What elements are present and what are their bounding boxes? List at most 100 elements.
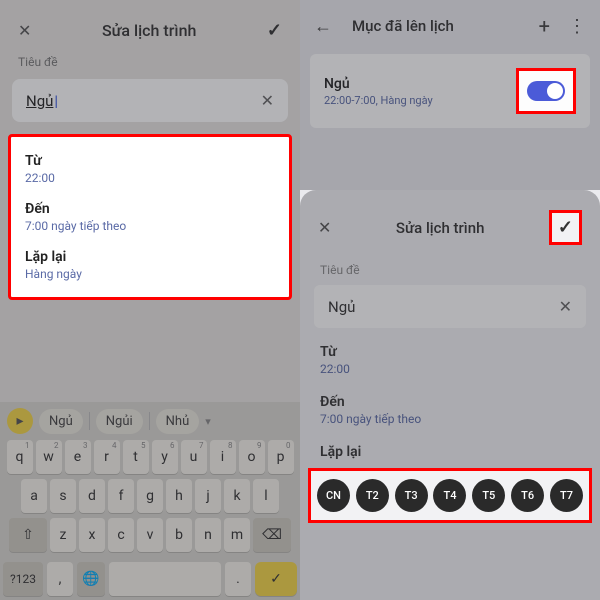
key-e[interactable]: e3: [65, 440, 91, 474]
space-key[interactable]: [109, 562, 221, 596]
to-value: 7:00 ngày tiếp theo: [320, 412, 580, 426]
title-input-card[interactable]: Ngủ: [12, 79, 288, 122]
schedule-item-card[interactable]: Ngủ 22:00-7:00, Hàng ngày: [310, 54, 590, 128]
shift-key[interactable]: ⇧: [9, 518, 47, 552]
close-icon[interactable]: [18, 21, 31, 40]
more-suggestions-icon[interactable]: ▾: [205, 415, 211, 428]
key-q[interactable]: q1: [7, 440, 33, 474]
edit-sheet: Sửa lịch trình Tiêu đề Ngủ Từ 22:00 Đến …: [300, 190, 600, 600]
key-h[interactable]: h: [166, 479, 192, 513]
sheet-header: Sửa lịch trình: [300, 208, 600, 257]
key-g[interactable]: g: [137, 479, 163, 513]
days-selector: CNT2T3T4T5T6T7: [308, 468, 592, 523]
suggestion-2[interactable]: Ngủi: [96, 409, 143, 434]
title-input-text: Ngủ: [26, 92, 58, 110]
key-w[interactable]: w2: [36, 440, 62, 474]
language-key[interactable]: 🌐: [77, 562, 105, 596]
to-label: Đến: [25, 201, 275, 217]
repeat-row[interactable]: Lặp lại Hàng ngày: [25, 249, 275, 281]
keyboard-row-1: q1w2e3r4t5y6u7i8o9p0: [3, 440, 297, 474]
to-row[interactable]: Đến 7:00 ngày tiếp theo: [300, 388, 600, 438]
schedule-toggle[interactable]: [527, 81, 565, 101]
check-icon[interactable]: [267, 20, 282, 41]
key-y[interactable]: y6: [152, 440, 178, 474]
key-f[interactable]: f: [108, 479, 134, 513]
title-input-row[interactable]: Ngủ: [314, 285, 586, 328]
period-key[interactable]: .: [225, 562, 251, 596]
scheduled-title: Mục đã lên lịch: [352, 17, 454, 35]
more-icon[interactable]: [568, 16, 586, 37]
add-icon[interactable]: [539, 14, 550, 38]
close-icon[interactable]: [318, 218, 331, 237]
day-T4[interactable]: T4: [433, 479, 466, 512]
divider: [89, 412, 90, 430]
numeric-key[interactable]: ?123: [3, 562, 43, 596]
key-z[interactable]: z: [50, 518, 76, 552]
day-CN[interactable]: CN: [317, 479, 350, 512]
from-row[interactable]: Từ 22:00: [25, 153, 275, 185]
from-row[interactable]: Từ 22:00: [300, 338, 600, 388]
key-s[interactable]: s: [50, 479, 76, 513]
key-k[interactable]: k: [224, 479, 250, 513]
clear-icon[interactable]: [559, 297, 572, 316]
backspace-key[interactable]: ⌫: [253, 518, 291, 552]
day-T7[interactable]: T7: [550, 479, 583, 512]
key-p[interactable]: p0: [268, 440, 294, 474]
check-icon[interactable]: [558, 218, 573, 237]
title-label: Tiêu đề: [300, 257, 600, 283]
day-T5[interactable]: T5: [472, 479, 505, 512]
key-a[interactable]: a: [21, 479, 47, 513]
schedule-sub: 22:00-7:00, Hàng ngày: [324, 94, 433, 107]
from-value: 22:00: [320, 362, 580, 376]
keyboard-row-2: asdfghjkl: [3, 479, 297, 513]
key-l[interactable]: l: [253, 479, 279, 513]
schedule-name: Ngủ: [324, 76, 433, 92]
to-row[interactable]: Đến 7:00 ngày tiếp theo: [25, 201, 275, 233]
right-screenshot: Mục đã lên lịch Ngủ 22:00-7:00, Hàng ngà…: [300, 0, 600, 600]
repeat-value: Hàng ngày: [25, 267, 275, 281]
suggestion-bar: ▸ Ngủ Ngủi Nhủ ▾: [3, 406, 297, 440]
from-label: Từ: [25, 153, 275, 169]
key-c[interactable]: c: [108, 518, 134, 552]
scheduled-header: Mục đã lên lịch: [300, 0, 600, 48]
title-label: Tiêu đề: [0, 55, 300, 75]
key-v[interactable]: v: [137, 518, 163, 552]
suggestion-3[interactable]: Nhủ: [156, 409, 200, 434]
key-x[interactable]: x: [79, 518, 105, 552]
key-d[interactable]: d: [79, 479, 105, 513]
suggestion-1[interactable]: Ngủ: [39, 409, 83, 434]
day-T6[interactable]: T6: [511, 479, 544, 512]
keyboard: ▸ Ngủ Ngủi Nhủ ▾ q1w2e3r4t5y6u7i8o9p0 as…: [0, 402, 300, 600]
sheet-title: Sửa lịch trình: [396, 219, 485, 237]
toggle-highlight: [516, 68, 576, 114]
key-b[interactable]: b: [166, 518, 192, 552]
key-t[interactable]: t5: [123, 440, 149, 474]
title-input-text: Ngủ: [328, 298, 355, 316]
repeat-row[interactable]: Lặp lại: [300, 438, 600, 466]
keyboard-row-3: ⇧ zxcvbnm ⌫: [3, 518, 297, 552]
key-m[interactable]: m: [224, 518, 250, 552]
day-T3[interactable]: T3: [395, 479, 428, 512]
key-i[interactable]: i8: [210, 440, 236, 474]
back-icon[interactable]: [314, 16, 332, 37]
to-value: 7:00 ngày tiếp theo: [25, 219, 275, 233]
key-r[interactable]: r4: [94, 440, 120, 474]
emoji-button[interactable]: ▸: [7, 408, 33, 434]
to-label: Đến: [320, 394, 580, 410]
day-T2[interactable]: T2: [356, 479, 389, 512]
key-j[interactable]: j: [195, 479, 221, 513]
done-key[interactable]: ✓: [255, 562, 297, 596]
repeat-label: Lặp lại: [25, 249, 275, 265]
comma-key[interactable]: ,: [47, 562, 73, 596]
from-value: 22:00: [25, 171, 275, 185]
schedule-settings-card: Từ 22:00 Đến 7:00 ngày tiếp theo Lặp lại…: [8, 134, 292, 300]
edit-schedule-header: Sửa lịch trình: [0, 0, 300, 55]
repeat-label: Lặp lại: [320, 444, 580, 460]
key-n[interactable]: n: [195, 518, 221, 552]
key-u[interactable]: u7: [181, 440, 207, 474]
clear-icon[interactable]: [261, 91, 274, 110]
left-screenshot: Sửa lịch trình Tiêu đề Ngủ Từ 22:00 Đến …: [0, 0, 300, 600]
check-highlight: [549, 210, 582, 245]
divider: [149, 412, 150, 430]
key-o[interactable]: o9: [239, 440, 265, 474]
